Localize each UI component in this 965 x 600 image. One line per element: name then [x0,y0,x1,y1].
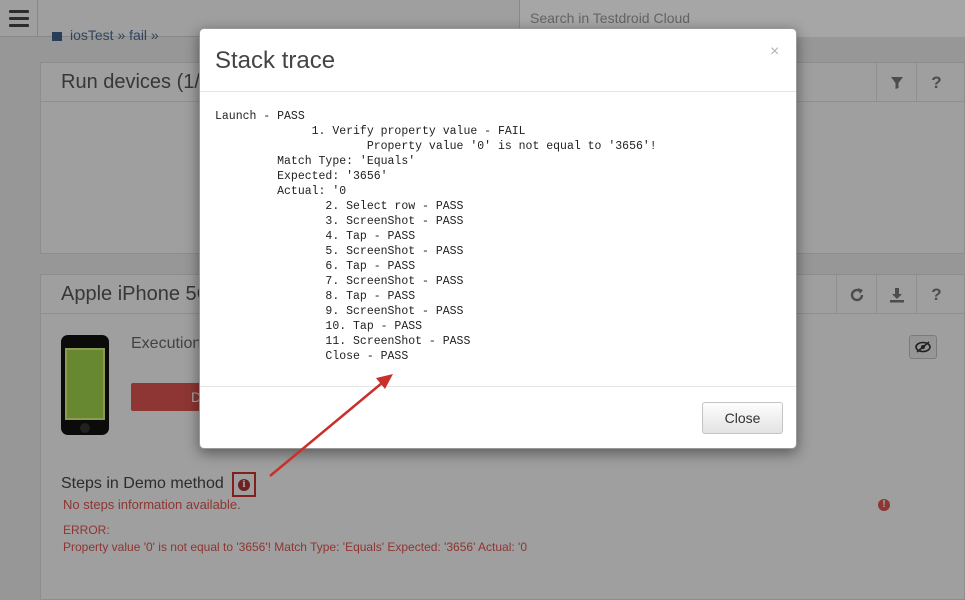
modal-title: Stack trace [215,47,336,74]
close-icon[interactable]: × [770,43,779,61]
modal-header: Stack trace × [200,29,796,92]
close-button[interactable]: Close [702,402,783,434]
stack-trace-text: Launch - PASS 1. Verify property value -… [215,110,657,363]
modal-body: Launch - PASS 1. Verify property value -… [215,109,783,379]
stack-trace-modal: Stack trace × Launch - PASS 1. Verify pr… [199,28,797,449]
modal-footer: Close [200,386,796,449]
